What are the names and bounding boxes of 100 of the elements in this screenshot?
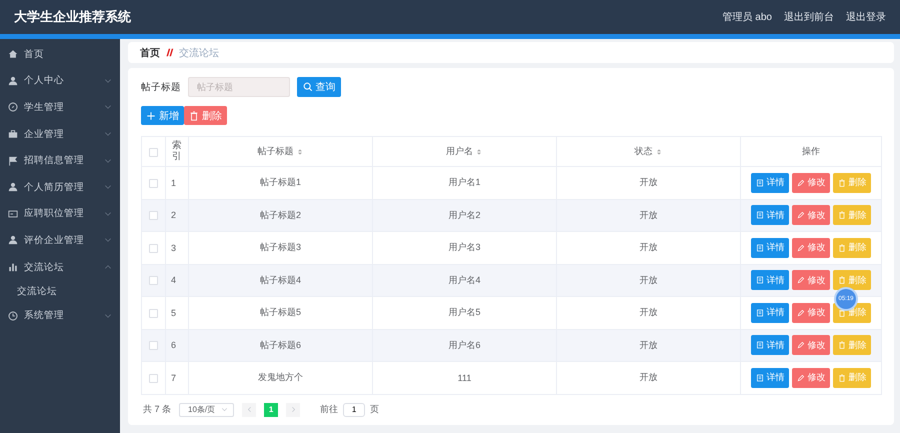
trash-icon bbox=[838, 374, 846, 382]
table-cell: 1 bbox=[171, 178, 176, 188]
details-button[interactable]: 详情 bbox=[751, 205, 789, 226]
table-cell: 用户名4 bbox=[448, 274, 480, 285]
header-link[interactable]: 退出到前台 bbox=[784, 10, 834, 24]
chevron-down-icon bbox=[221, 406, 228, 413]
delete-button[interactable]: 删除 bbox=[833, 270, 871, 290]
prev-page-button[interactable] bbox=[242, 402, 256, 416]
breadcrumb-item[interactable]: 首页 bbox=[140, 46, 160, 60]
checkbox[interactable] bbox=[149, 148, 158, 157]
delete-button[interactable]: 删除 bbox=[184, 106, 227, 125]
breadcrumb-item: 交流论坛 bbox=[179, 46, 219, 60]
checkbox[interactable] bbox=[149, 374, 158, 383]
delete-button[interactable]: 删除 bbox=[833, 368, 871, 388]
table-cell: 2 bbox=[171, 210, 176, 220]
doc-icon bbox=[756, 374, 764, 382]
user-icon bbox=[8, 235, 18, 246]
table-cell: 开放 bbox=[640, 340, 658, 350]
pencil-icon bbox=[796, 178, 804, 187]
next-page-button[interactable] bbox=[286, 402, 300, 416]
search-label: 帖子标题 bbox=[141, 80, 181, 94]
edit-button[interactable]: 修改 bbox=[792, 302, 830, 323]
table-cell: 帖子标题3 bbox=[260, 242, 301, 252]
search-icon bbox=[302, 82, 312, 92]
details-button[interactable]: 详情 bbox=[751, 238, 789, 258]
sidebar-item[interactable]: 首页 bbox=[0, 41, 120, 68]
checkbox[interactable] bbox=[149, 341, 158, 350]
bar-chart-icon bbox=[8, 262, 18, 272]
page-input[interactable]: 1 bbox=[343, 402, 366, 416]
search-field[interactable]: 帖子标题 bbox=[188, 77, 290, 97]
clock-icon bbox=[8, 310, 18, 321]
briefcase-icon bbox=[8, 129, 18, 140]
column-header[interactable]: 状态 bbox=[634, 145, 662, 158]
table-cell: 开放 bbox=[640, 210, 658, 220]
edit-button[interactable]: 修改 bbox=[792, 205, 830, 226]
table-cell: 用户名6 bbox=[448, 340, 480, 350]
table-cell: 开放 bbox=[640, 307, 658, 318]
edit-button[interactable]: 修改 bbox=[792, 172, 830, 193]
table-cell: 6 bbox=[171, 340, 176, 350]
delete-button[interactable]: 删除 bbox=[833, 335, 871, 356]
trash-icon bbox=[838, 244, 846, 252]
sidebar-item[interactable]: 招聘信息管理 bbox=[0, 147, 120, 174]
table-cell: 发鬼地方个 bbox=[258, 372, 303, 382]
table-cell: 111 bbox=[458, 372, 472, 383]
checkbox[interactable] bbox=[149, 308, 158, 318]
sidebar-item[interactable]: 应聘职位管理 bbox=[0, 200, 120, 228]
total-count: 共 7 条 bbox=[143, 403, 172, 416]
details-button[interactable]: 详情 bbox=[751, 368, 789, 388]
page-button[interactable]: 1 bbox=[264, 402, 278, 416]
column-header: 操作 bbox=[802, 145, 820, 158]
table-cell: 3 bbox=[171, 242, 176, 253]
sidebar-item[interactable]: 个人中心 bbox=[0, 68, 120, 94]
column-header[interactable]: 帖子标题 bbox=[258, 145, 304, 158]
trash-icon bbox=[838, 178, 846, 187]
doc-icon bbox=[756, 178, 764, 187]
separator-icon bbox=[165, 48, 174, 57]
checkbox[interactable] bbox=[149, 244, 158, 253]
table-cell: 5 bbox=[171, 308, 176, 318]
edit-button[interactable]: 修改 bbox=[792, 335, 830, 356]
table-cell: 7 bbox=[171, 372, 176, 383]
delete-button[interactable]: 删除 bbox=[833, 205, 871, 226]
sidebar-item[interactable]: 企业管理 bbox=[0, 120, 120, 148]
page-size-select[interactable]: 10条/页 bbox=[179, 402, 234, 416]
checkbox[interactable] bbox=[149, 211, 158, 220]
delete-button[interactable]: 删除 bbox=[833, 172, 871, 193]
add-button[interactable]: 新增 bbox=[141, 106, 184, 125]
chevron-left-icon bbox=[246, 406, 253, 413]
details-button[interactable]: 详情 bbox=[751, 335, 789, 356]
pencil-icon bbox=[796, 276, 804, 284]
pencil-icon bbox=[796, 374, 804, 382]
table-cell: 帖子标题4 bbox=[260, 274, 301, 285]
user-icon bbox=[8, 76, 18, 86]
table-cell: 开放 bbox=[640, 274, 658, 285]
trash-icon bbox=[189, 110, 199, 120]
details-button[interactable]: 详情 bbox=[751, 270, 789, 290]
table-cell: 帖子标题2 bbox=[260, 210, 301, 220]
edit-button[interactable]: 修改 bbox=[792, 238, 830, 258]
sidebar-subitem[interactable]: 交流论坛 bbox=[0, 280, 57, 302]
table-cell: 开放 bbox=[640, 372, 658, 382]
details-button[interactable]: 详情 bbox=[751, 302, 789, 323]
table-cell: 用户名2 bbox=[448, 210, 480, 220]
sidebar-item[interactable]: 系统管理 bbox=[0, 302, 120, 329]
checkbox[interactable] bbox=[149, 276, 158, 286]
sidebar-item[interactable]: 学生管理 bbox=[0, 94, 120, 121]
table-cell: 用户名3 bbox=[448, 242, 480, 252]
checkbox[interactable] bbox=[149, 178, 158, 188]
column-header[interactable]: 用户名 bbox=[446, 145, 483, 158]
sidebar-item[interactable]: 个人简历管理 bbox=[0, 174, 120, 201]
doc-icon bbox=[756, 244, 764, 252]
delete-button[interactable]: 删除 bbox=[833, 238, 871, 258]
search-button[interactable]: 查询 bbox=[297, 77, 341, 97]
sidebar-item[interactable]: 交流论坛 bbox=[0, 254, 120, 280]
sidebar-item[interactable]: 评价企业管理 bbox=[0, 227, 120, 254]
pencil-icon bbox=[796, 211, 804, 220]
table-cell: 帖子标题5 bbox=[260, 307, 301, 318]
header-link[interactable]: 退出登录 bbox=[846, 10, 886, 24]
edit-button[interactable]: 修改 bbox=[792, 368, 830, 388]
sort-icon bbox=[475, 148, 483, 156]
edit-button[interactable]: 修改 bbox=[792, 270, 830, 290]
details-button[interactable]: 详情 bbox=[751, 172, 789, 193]
